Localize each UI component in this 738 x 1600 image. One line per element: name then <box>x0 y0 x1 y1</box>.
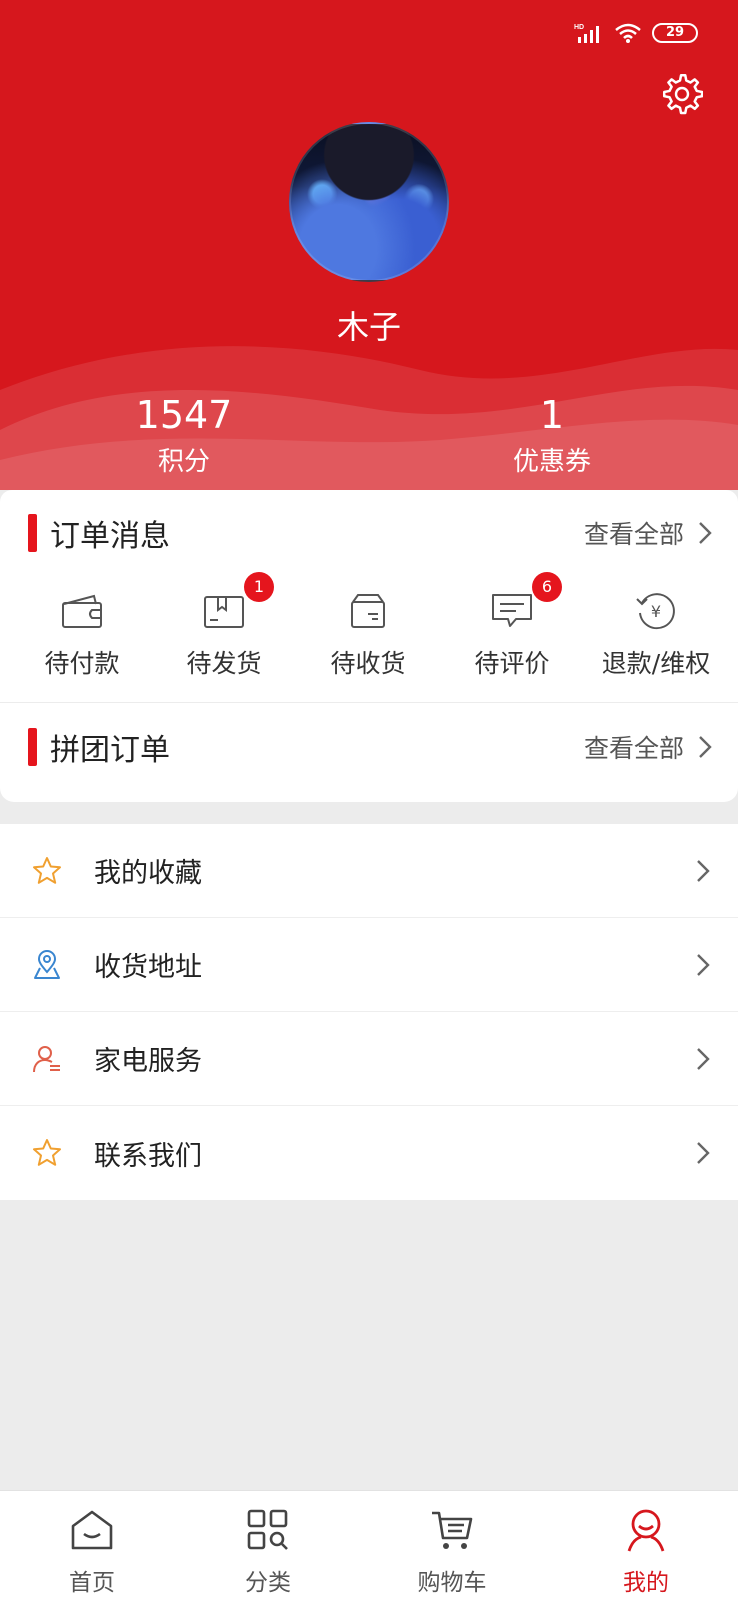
package-icon <box>204 596 244 628</box>
menu-item-label: 我的收藏 <box>94 858 202 889</box>
group-orders-section-header[interactable]: 拼团订单 查看全部 <box>0 702 738 792</box>
nav-cart[interactable]: 购物车 <box>392 1505 512 1597</box>
view-all-label: 查看全部 <box>583 520 684 549</box>
battery-indicator: 29 <box>652 23 698 43</box>
wallet-icon <box>62 594 102 628</box>
nav-category[interactable]: 分类 <box>208 1505 328 1597</box>
menu-item-label: 联系我们 <box>94 1140 202 1172</box>
menu-item-favorites[interactable]: 我的收藏 <box>0 824 738 918</box>
chevron-right-icon <box>697 1142 710 1164</box>
comment-icon <box>492 594 532 627</box>
nav-label: 我的 <box>623 1570 669 1596</box>
points-value: 1547 <box>135 393 233 437</box>
username: 木子 <box>336 308 401 346</box>
points-label: 积分 <box>157 447 210 477</box>
delivery-box-icon <box>351 594 385 628</box>
avatar[interactable] <box>289 122 449 282</box>
orders-title: 订单消息 <box>50 519 170 554</box>
category-icon <box>247 1509 288 1550</box>
bottom-nav: 首页 分类 购物车 我的 <box>0 1490 738 1600</box>
cart-icon <box>432 1511 473 1549</box>
chevron-right-icon <box>699 736 712 758</box>
nav-label: 购物车 <box>417 1570 487 1596</box>
coupons-label: 优惠券 <box>512 447 591 477</box>
menu-item-contact-us[interactable]: 联系我们 <box>0 1106 738 1200</box>
profile-header: HD 29 木子 1547 积分 1 优惠券 <box>0 0 738 490</box>
order-status-row: 待付款 1 待发货 待收货 6 待评价 ¥ 退款/维权 <box>0 572 738 696</box>
chevron-right-icon <box>697 953 710 976</box>
order-status-label: 待付款 <box>44 649 120 678</box>
menu-list: 我的收藏 收货地址 家电服务 联系我们 <box>0 824 738 1200</box>
nav-label: 分类 <box>245 1570 291 1596</box>
menu-item-label: 家电服务 <box>94 1046 202 1077</box>
order-status-label: 待发货 <box>186 649 262 678</box>
home-icon <box>71 1510 113 1550</box>
order-status-label: 待收货 <box>330 649 406 678</box>
orders-card: 订单消息 查看全部 待付款 1 待发货 待收货 6 待评价 ¥ 退款/维权 拼团… <box>0 490 738 802</box>
section-accent-bar <box>28 514 37 552</box>
signal-icon: HD <box>574 24 599 43</box>
menu-item-label: 收货地址 <box>94 952 202 983</box>
person-service-icon <box>33 1045 60 1072</box>
order-pending-payment[interactable]: 待付款 <box>10 586 154 680</box>
shipment-count-badge: 1 <box>244 572 274 602</box>
settings-button[interactable] <box>660 72 704 116</box>
order-refund[interactable]: ¥ 退款/维权 <box>584 586 728 680</box>
nav-label: 首页 <box>69 1570 115 1596</box>
menu-item-appliance-service[interactable]: 家电服务 <box>0 1012 738 1106</box>
status-bar: HD 29 <box>574 18 698 48</box>
star-icon <box>33 1139 61 1166</box>
coupons-stat[interactable]: 1 优惠券 <box>452 392 652 480</box>
nav-profile[interactable]: 我的 <box>586 1505 706 1597</box>
refund-icon: ¥ <box>636 593 675 630</box>
wifi-icon <box>615 23 641 43</box>
orders-section-header: 订单消息 查看全部 <box>0 490 738 576</box>
order-status-label: 待评价 <box>474 649 550 678</box>
order-pending-shipment[interactable]: 1 待发货 <box>152 572 296 680</box>
view-all-label: 查看全部 <box>583 734 684 763</box>
review-count-badge: 6 <box>532 572 562 602</box>
svg-text:HD: HD <box>574 24 584 31</box>
coupons-value: 1 <box>539 393 565 437</box>
menu-item-shipping-address[interactable]: 收货地址 <box>0 918 738 1012</box>
points-stat[interactable]: 1547 积分 <box>84 392 284 480</box>
chevron-right-icon <box>697 859 710 882</box>
order-pending-review[interactable]: 6 待评价 <box>440 572 584 680</box>
order-pending-receipt[interactable]: 待收货 <box>296 586 440 680</box>
chevron-right-icon <box>699 522 712 544</box>
gear-icon <box>662 73 703 115</box>
group-orders-view-all-link[interactable]: 查看全部 <box>584 729 712 765</box>
svg-text:¥: ¥ <box>651 602 661 621</box>
group-orders-title: 拼团订单 <box>50 733 170 768</box>
chevron-right-icon <box>697 1047 710 1070</box>
orders-view-all-link[interactable]: 查看全部 <box>584 515 712 551</box>
location-icon <box>34 949 60 979</box>
nav-home[interactable]: 首页 <box>32 1505 152 1597</box>
profile-icon <box>627 1509 665 1552</box>
section-accent-bar <box>28 728 37 766</box>
order-status-label: 退款/维权 <box>601 649 711 678</box>
star-icon <box>33 856 61 884</box>
